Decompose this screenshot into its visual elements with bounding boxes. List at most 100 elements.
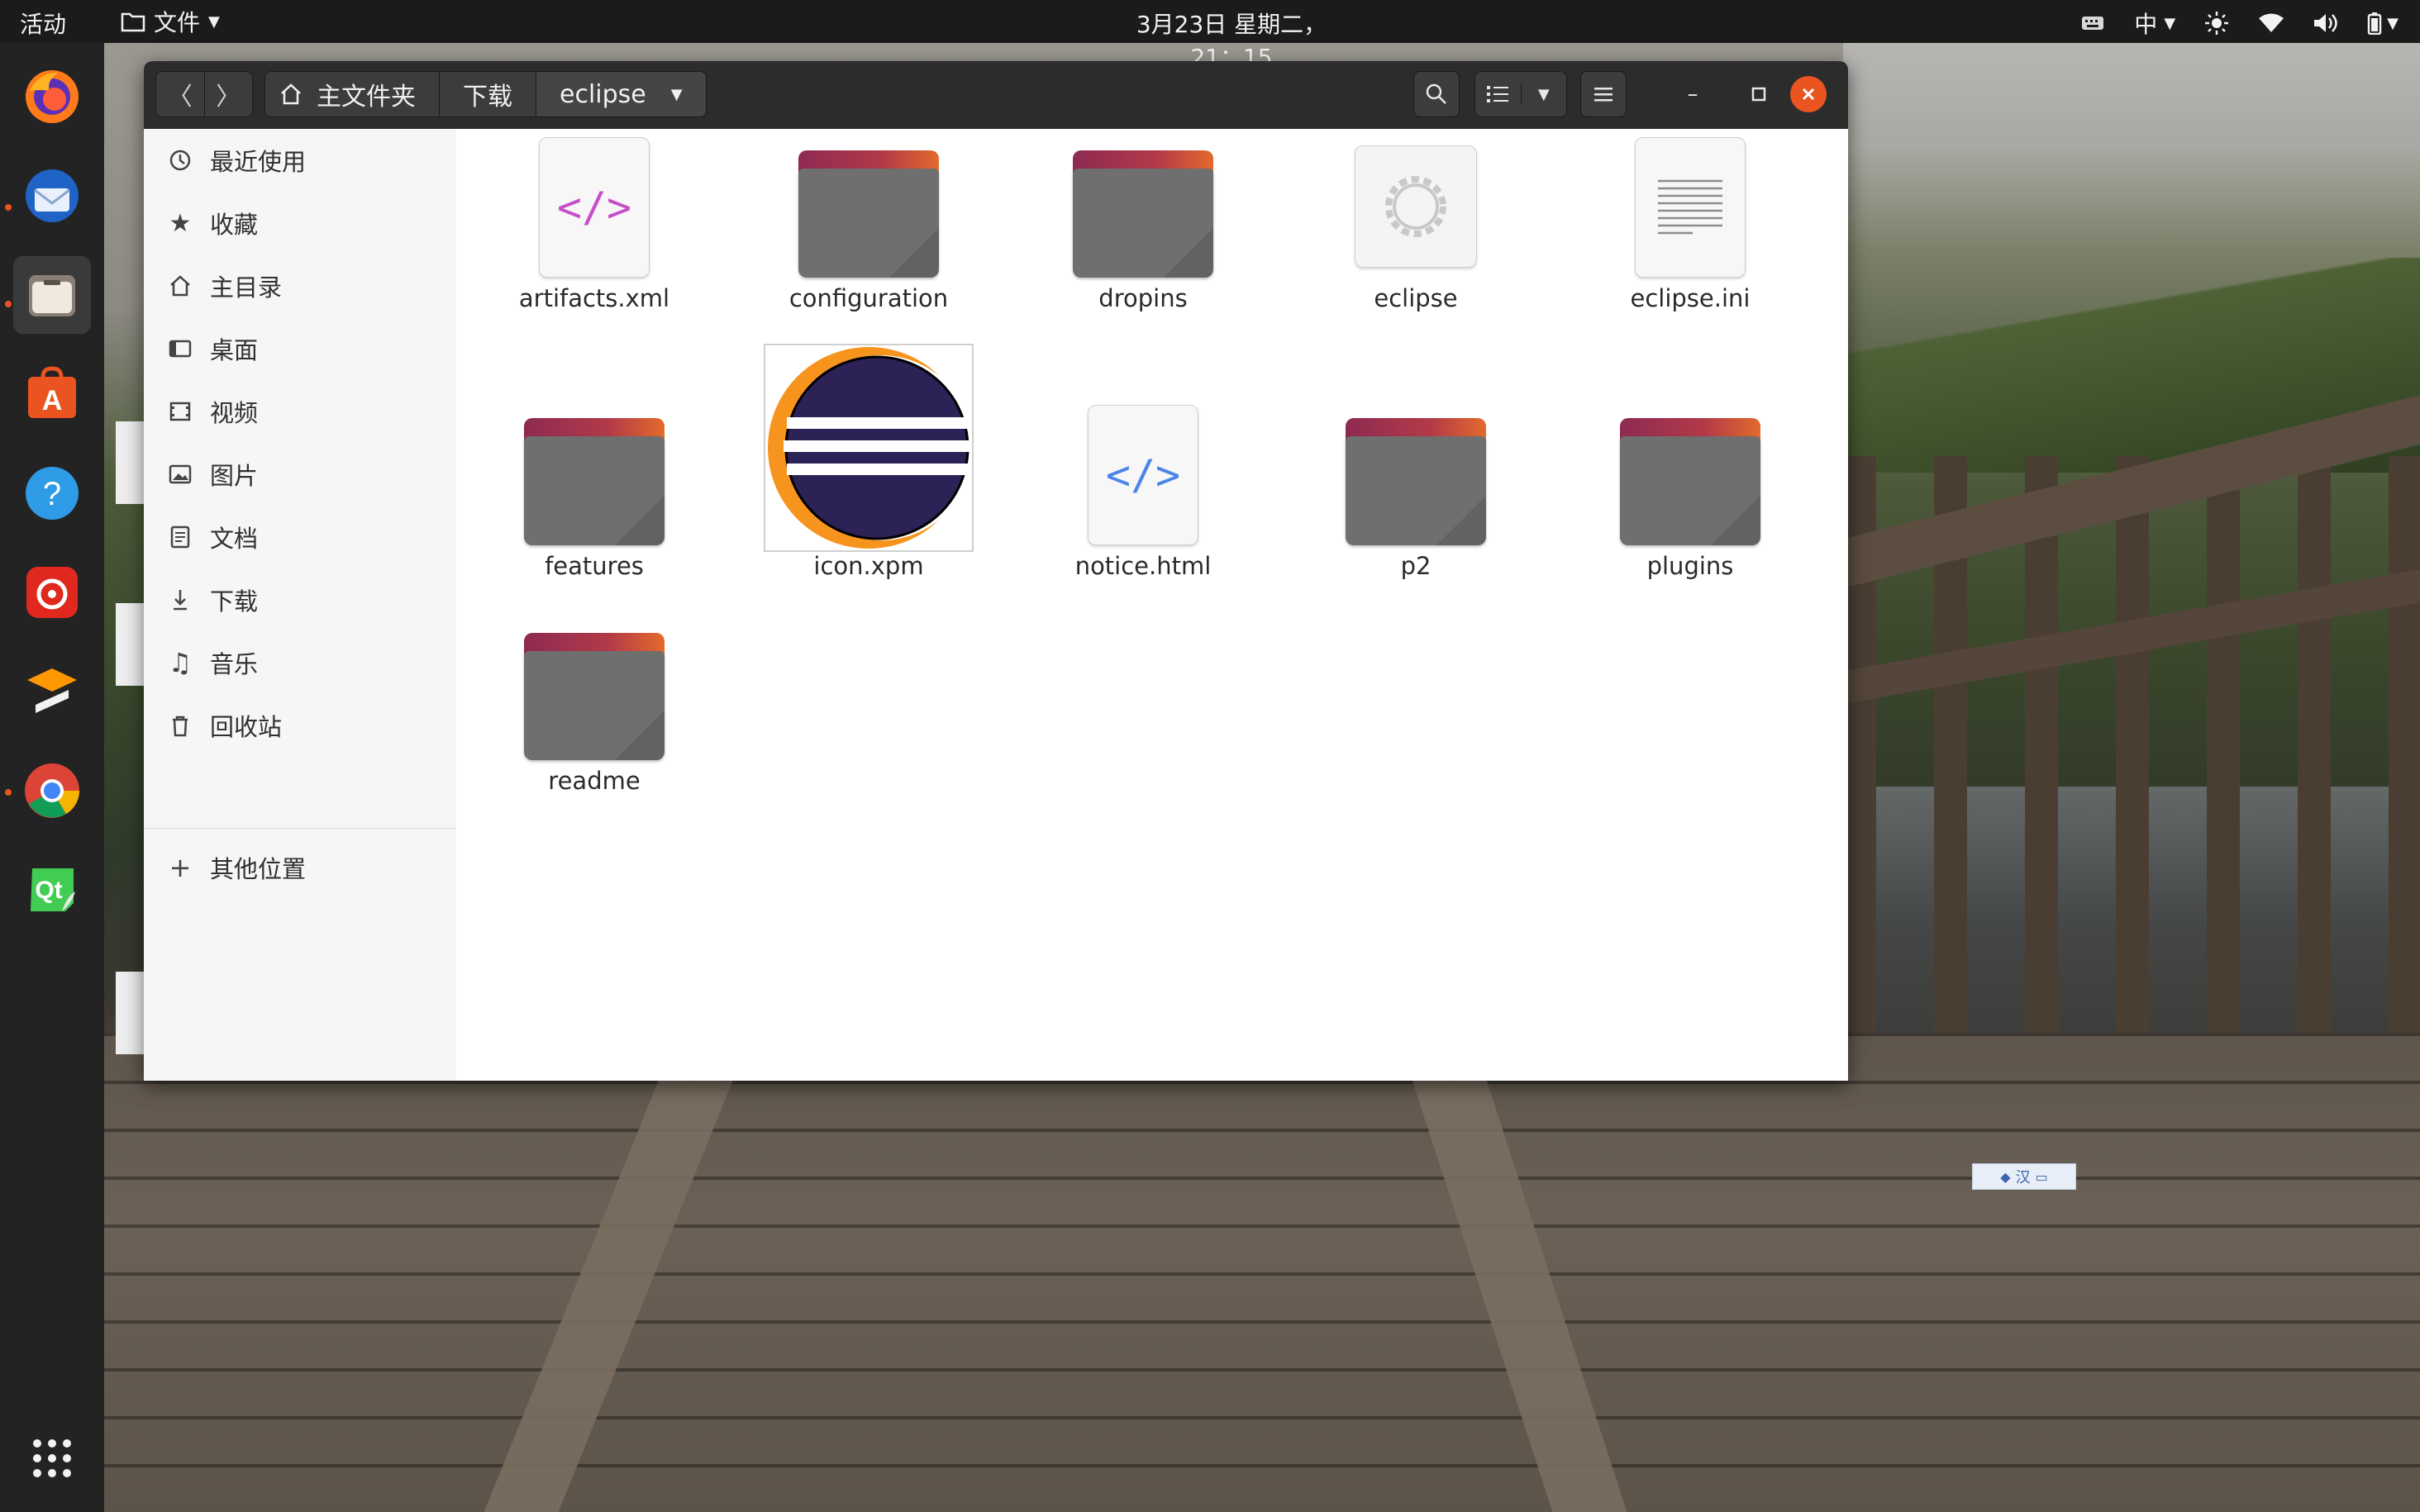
breadcrumb-label: 主文件夹 (317, 83, 416, 112)
breadcrumb: 主文件夹 下载 eclipse ▼ (264, 71, 707, 117)
svg-text:A: A (42, 385, 63, 416)
folder-icon (1346, 418, 1486, 545)
chevron-down-icon[interactable]: ▼ (2387, 15, 2399, 32)
html-file-icon: </> (1088, 405, 1198, 545)
sidebar-item-label: 视频 (210, 399, 259, 427)
input-method-widget[interactable]: ◆ 汉 ▭ (1972, 1163, 2076, 1190)
sidebar-item-videos[interactable]: 视频 (144, 380, 456, 443)
file-name: eclipse.ini (1630, 284, 1751, 312)
qt-label: Qt (35, 877, 62, 904)
file-item-icon-xpm[interactable]: icon.xpm (764, 344, 974, 628)
folder-icon (1073, 150, 1213, 278)
chevron-left-icon: 〈 (167, 83, 193, 112)
navigation-buttons: 〈 〉 (155, 71, 253, 117)
sidebar-item-other-locations[interactable]: + 其他位置 (144, 836, 456, 899)
chevron-down-icon[interactable]: ▼ (1522, 86, 1567, 103)
chevron-right-icon: 〉 (216, 83, 241, 112)
breadcrumb-downloads[interactable]: 下载 (439, 72, 536, 116)
file-item-plugins[interactable]: plugins (1587, 397, 1794, 628)
desktop-icon (165, 334, 195, 364)
qt-creator-icon: Qt (31, 868, 75, 911)
input-method-menu[interactable]: 中 ▼ (2134, 7, 2175, 40)
menu-button[interactable] (1580, 71, 1627, 117)
view-toggle[interactable]: ▼ (1474, 71, 1567, 117)
folder-icon (524, 633, 665, 760)
close-button[interactable] (1790, 76, 1827, 112)
sidebar-item-starred[interactable]: ★ 收藏 (144, 192, 456, 254)
file-item-dropins[interactable]: dropins (1040, 129, 1246, 360)
star-icon: ★ (169, 208, 192, 238)
sidebar-item-label: 最近使用 (210, 148, 307, 176)
dock-sublime[interactable] (13, 653, 91, 730)
file-name: artifacts.xml (518, 284, 670, 312)
desktop-file-icon[interactable] (116, 972, 144, 1054)
back-button[interactable]: 〈 (156, 72, 204, 116)
folder-icon (121, 12, 145, 32)
breadcrumb-eclipse[interactable]: eclipse ▼ (536, 72, 706, 116)
forward-button[interactable]: 〉 (203, 72, 252, 116)
brightness-icon[interactable] (2203, 10, 2230, 36)
dock-help[interactable]: ? (13, 454, 91, 532)
file-name: readme (548, 767, 641, 795)
chrome-icon (25, 763, 79, 818)
file-item-notice-html[interactable]: </> notice.html (1040, 397, 1246, 628)
dock-qt[interactable]: Qt (13, 851, 91, 929)
top-bar: 活动 文件 ▼ 3月23日 星期二，21：15 中 ▼ ▼ (0, 0, 2420, 71)
dock-firefox[interactable] (13, 58, 91, 136)
sidebar-item-downloads[interactable]: 下载 (144, 568, 456, 631)
wallpaper-bridge-deck (0, 1033, 2420, 1512)
dock-software[interactable]: A (13, 355, 91, 433)
input-method-widget-label: 汉 (2015, 1169, 2031, 1186)
volume-icon[interactable] (2313, 10, 2339, 36)
running-indicator (5, 204, 12, 211)
minimize-button[interactable]: – (1674, 76, 1711, 112)
sidebar-item-documents[interactable]: 文档 (144, 506, 456, 568)
file-item-artifacts-xml[interactable]: </> artifacts.xml (491, 129, 698, 360)
xml-file-icon: </> (539, 137, 650, 278)
dock-thunderbird[interactable] (13, 157, 91, 235)
sidebar-item-label: 收藏 (210, 211, 259, 239)
list-view-icon[interactable] (1475, 84, 1522, 104)
file-item-eclipse[interactable]: eclipse (1312, 129, 1519, 360)
show-apps-icon (33, 1439, 71, 1477)
file-item-readme[interactable]: readme (491, 611, 698, 843)
sidebar-item-trash[interactable]: 回收站 (144, 694, 456, 757)
folder-icon (798, 150, 939, 278)
activities-button[interactable]: 活动 (20, 7, 66, 40)
folder-icon (1620, 418, 1760, 545)
file-item-features[interactable]: features (491, 397, 698, 628)
sidebar-item-label: 桌面 (210, 336, 259, 364)
sidebar-item-pictures[interactable]: 图片 (144, 443, 456, 506)
chevron-down-icon[interactable]: ▼ (671, 86, 683, 103)
search-button[interactable] (1413, 71, 1460, 117)
sidebar-item-home[interactable]: 主目录 (144, 254, 456, 317)
app-menu[interactable]: 文件 ▼ (121, 5, 220, 38)
sidebar-item-label: 回收站 (210, 713, 283, 741)
file-name: p2 (1400, 552, 1432, 580)
wifi-icon[interactable] (2258, 10, 2284, 36)
keyboard-icon: ▭ (2035, 1168, 2048, 1185)
header-bar: 〈 〉 主文件夹 下载 eclipse ▼ ▼ – (144, 61, 1848, 129)
battery-icon[interactable]: ▼ (2367, 10, 2399, 36)
file-item-eclipse-ini[interactable]: eclipse.ini (1587, 129, 1794, 360)
desktop-file-icon[interactable] (116, 421, 144, 504)
dock-files[interactable] (13, 256, 91, 334)
file-item-p2[interactable]: p2 (1312, 397, 1519, 628)
sidebar-item-music[interactable]: ♫ 音乐 (144, 631, 456, 694)
text-file-icon (1635, 137, 1746, 278)
hamburger-icon (1594, 88, 1613, 102)
thunderbird-icon (26, 169, 79, 222)
dock-chrome[interactable] (13, 752, 91, 830)
dock-show-apps[interactable] (13, 1419, 91, 1497)
keyboard-icon[interactable] (2079, 10, 2106, 36)
sidebar-item-recent[interactable]: 最近使用 (144, 129, 456, 192)
maximize-button[interactable] (1741, 76, 1777, 112)
firefox-icon (26, 70, 79, 123)
file-item-configuration[interactable]: configuration (765, 129, 972, 360)
sidebar-item-desktop[interactable]: 桌面 (144, 317, 456, 380)
desktop-file-icon[interactable] (116, 603, 144, 686)
sidebar-item-label: 其他位置 (210, 855, 307, 883)
dock-netease-music[interactable] (13, 554, 91, 631)
breadcrumb-home[interactable]: 主文件夹 (265, 72, 439, 116)
dock: A ? Qt (0, 43, 104, 1512)
